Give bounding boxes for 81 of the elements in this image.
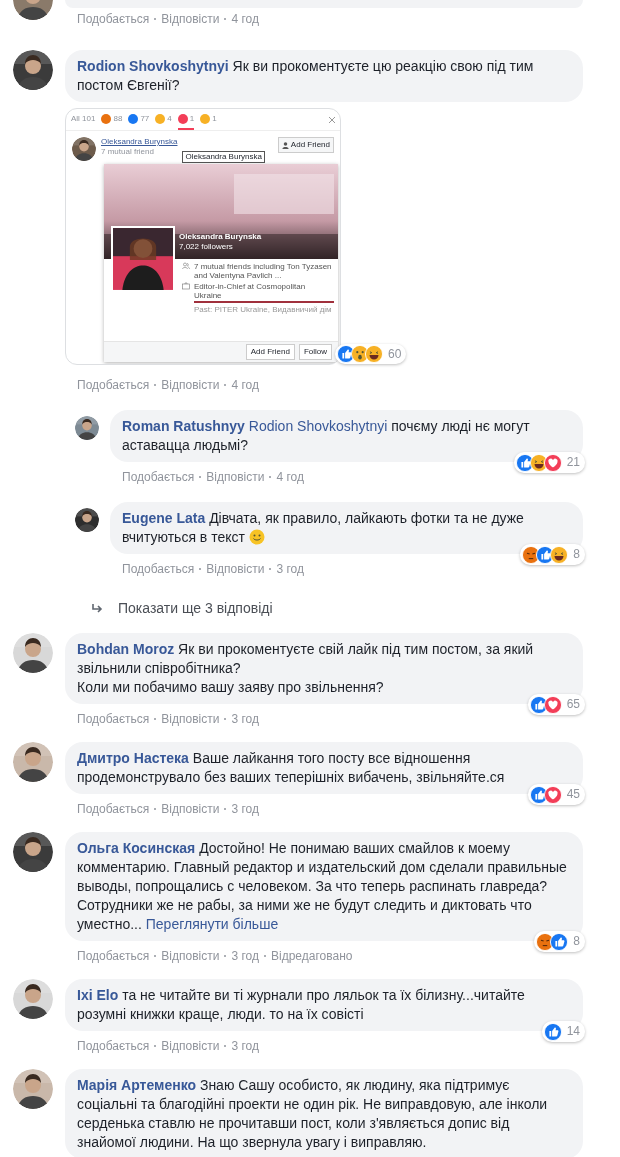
reaction-count: 21 [566, 454, 580, 471]
add-friend-button[interactable]: Add Friend [277, 137, 334, 153]
like-link[interactable]: Подобається [77, 710, 150, 728]
like-reaction-icon [550, 932, 569, 951]
follow-button[interactable]: Follow [298, 344, 332, 360]
timestamp[interactable]: 4 год [231, 376, 259, 394]
comment-text: Ixi Elo та не читайте ви ті журнали про ляльок та їх білизну...читайте розумні книжки краще, люди. то на їх совісті [77, 986, 526, 1024]
reaction-summary[interactable]: 14 [541, 1021, 585, 1042]
love-reaction-icon [177, 113, 188, 124]
see-more-link[interactable]: Переглянути більше [141, 916, 279, 932]
reaction-tab[interactable]: 77 [128, 109, 150, 130]
timestamp[interactable]: 3 год [231, 1037, 259, 1055]
comment-text: Rodion Shovkoshytnyi Як ви прокоментуєте цю реакцію свою під тим постом Євгенії? [77, 57, 535, 95]
haha-reaction-icon [550, 545, 569, 564]
love-reaction-icon [543, 695, 562, 714]
reply-link[interactable]: Відповісти [206, 468, 265, 486]
person-name[interactable]: Oleksandra Burynska [101, 137, 178, 147]
reaction-tab[interactable]: 88 [101, 109, 123, 130]
work-text: Editor-in-Chief at Cosmopolitan Ukraine [194, 282, 334, 303]
reaction-summary[interactable]: 60 [335, 344, 407, 364]
people-icon [182, 262, 190, 270]
reaction-count: 8 [573, 546, 580, 563]
timestamp[interactable]: 4 год [231, 10, 259, 28]
reaction-tab[interactable]: 4 [155, 109, 172, 130]
add-friend-button[interactable]: Add Friend [245, 344, 295, 360]
haha-reaction-icon [365, 345, 383, 363]
like-link[interactable]: Подобається [77, 1037, 150, 1055]
reaction-summary[interactable]: 21 [513, 452, 585, 473]
edited-label: Відредаговано [271, 948, 353, 965]
like-link[interactable]: Подобається [77, 947, 150, 965]
like-link[interactable]: Подобається [122, 560, 195, 578]
reply-link[interactable]: Відповісти [161, 800, 220, 818]
love-reaction-icon [543, 785, 562, 804]
reaction-count: 65 [566, 696, 580, 713]
tooltip: Oleksandra Burynska [182, 151, 265, 163]
angry-reaction-icon [101, 113, 112, 124]
comment-text: Ольга Косинская Достойно! Не понимаю ваших смайлов к моему комментарию. Главный редактор и издательский дом сделали правильные выводы, попрощались с человеком. За что теперь распинать главреда? Сотрудники же не рабы, за ними же не будут следить и диктовать что уместно... Переглянути більше [77, 839, 568, 934]
reply-link[interactable]: Відповісти [161, 947, 220, 965]
like-link[interactable]: Подобається [77, 800, 150, 818]
show-more-replies-link[interactable]: Показати ще 3 відповіді [118, 598, 273, 619]
person-add-icon [281, 141, 289, 149]
timestamp[interactable]: 4 год [276, 468, 304, 486]
timestamp[interactable]: 3 год [231, 800, 259, 818]
comment-text: Марія Артеменко Знаю Сашу особисто, як людину, яка підтримує соціальні та благодійні проекти не один рік. Не виправдовую, але інколи серденька ставлю не прочитавши пост, коли з'являється допис від знайомої людини. На що звернула увагу і виправляю. [77, 1076, 549, 1152]
timestamp[interactable]: 3 год [231, 710, 259, 728]
mutual-friends-text: 7 mutual friends including Ton Tyzasen and Valentyna Pavlich ... [194, 262, 333, 280]
reaction-tab[interactable]: 1 [200, 109, 217, 130]
haha-reaction-icon [200, 113, 211, 124]
comment-text: Bohdan Moroz Як ви прокоментуєте свій лайк під тим постом, за який звільнили співробітника? Коли ми побачимо вашу заяву про звільнення? [77, 640, 535, 697]
reply-arrow-icon [92, 603, 104, 614]
reply-link[interactable]: Відповісти [161, 10, 220, 28]
person-subtitle: 7 mutual friend [101, 147, 155, 157]
reply-link[interactable]: Відповісти [161, 376, 220, 394]
reaction-tab[interactable]: 1 [177, 109, 195, 130]
reaction-count: 14 [566, 1023, 580, 1040]
reaction-count: 8 [573, 933, 580, 950]
timestamp[interactable]: 3 год [231, 947, 259, 965]
like-link[interactable]: Подобається [77, 10, 150, 28]
close-icon[interactable] [329, 116, 335, 123]
comment-text: Eugene Lata Дівчата, як правило, лайкають фотки та не дуже вчитуються в текст [122, 509, 525, 547]
love-reaction-icon [543, 453, 562, 472]
reaction-summary[interactable]: 8 [520, 544, 585, 565]
reply-link[interactable]: Відповісти [206, 560, 265, 578]
briefcase-icon [182, 282, 190, 290]
reply-link[interactable]: Відповісти [161, 710, 220, 728]
like-reaction-icon [128, 113, 139, 124]
reaction-count: 45 [566, 786, 580, 803]
like-reaction-icon [543, 1022, 562, 1041]
reaction-summary[interactable]: 45 [527, 784, 585, 805]
reply-link[interactable]: Відповісти [161, 1037, 220, 1055]
reaction-summary[interactable]: 8 [534, 931, 585, 952]
past-work-text: Past: PITER Ukraine, Видавничий дім [194, 305, 333, 314]
comment-text: Roman Ratushnyy Rodion Shovkoshytnyi почєму люді нє могут аставацца людьмі? [122, 417, 531, 455]
reaction-summary[interactable]: 65 [527, 694, 585, 715]
like-link[interactable]: Подобається [77, 376, 150, 394]
reaction-count: 60 [388, 346, 402, 363]
timestamp[interactable]: 3 год [276, 560, 304, 578]
wow-reaction-icon [155, 113, 166, 124]
like-link[interactable]: Подобається [122, 468, 195, 486]
reaction-tab[interactable]: All 101 [71, 109, 96, 130]
comment-text: Дмитро Настека Ваше лайкання того посту все відношення продемонструвало без ваших теперішніх вибачень, звільняйте.ся [77, 749, 506, 787]
